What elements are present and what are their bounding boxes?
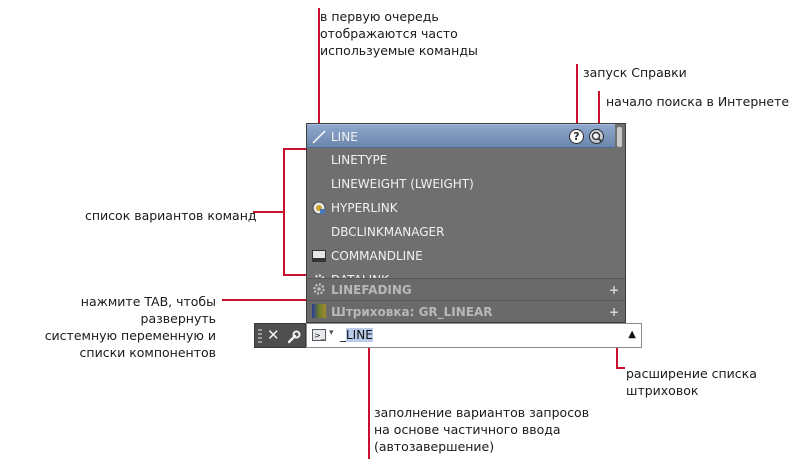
- suggestion-label: LINEWEIGHT (LWEIGHT): [331, 177, 474, 191]
- leader-hatch-horiz: [616, 367, 625, 369]
- suggestion-item-dbclinkmanager[interactable]: DBCLINKMANAGER: [307, 220, 615, 244]
- leader-autocomplete: [368, 347, 370, 459]
- hatch-swatch-icon: [312, 304, 326, 318]
- annotation-tab-expand: нажмите TAB, чтобы развернуть системную …: [44, 294, 216, 360]
- commandline-icon: [312, 250, 326, 262]
- expand-icon[interactable]: +: [609, 301, 619, 323]
- hyperlink-icon: [312, 201, 326, 215]
- annotation-internet-search: начало поиска в Интернете: [606, 94, 790, 109]
- suggestion-panel: LINE ? LINETYPE LINEWEIGHT (LWEIGHT) HYP…: [306, 123, 626, 323]
- suggestion-label: LINETYPE: [331, 153, 388, 167]
- suggestion-label: DBCLINKMANAGER: [331, 225, 445, 239]
- leader-variants-bottom: [283, 274, 306, 276]
- command-input[interactable]: >_ ▾ _LINE ▲: [306, 323, 642, 348]
- suggestion-label: LINE: [331, 130, 358, 144]
- section-label: LINEFADING: [331, 283, 412, 297]
- line-icon: [312, 130, 326, 144]
- drag-grip-handle[interactable]: [258, 329, 262, 343]
- annotation-hatch-expand: расширение списка штриховок: [626, 366, 757, 398]
- chevron-down-icon[interactable]: ▾: [329, 328, 334, 338]
- gear-icon: [313, 283, 325, 295]
- typed-autocomplete: LINE: [346, 328, 373, 342]
- suggestion-label: COMMANDLINE: [331, 249, 423, 263]
- section-hatch[interactable]: Штриховка: GR_LINEAR +: [307, 300, 625, 322]
- list-scrollbar[interactable]: [617, 127, 622, 147]
- section-linefading[interactable]: LINEFADING +: [307, 278, 625, 300]
- suggestion-list: LINE ? LINETYPE LINEWEIGHT (LWEIGHT) HYP…: [307, 124, 625, 279]
- wrench-icon[interactable]: [287, 327, 301, 350]
- suggestion-item-line[interactable]: LINE ?: [307, 124, 615, 148]
- suggestion-item-commandline[interactable]: COMMANDLINE: [307, 244, 615, 268]
- annotation-autocomplete: заполнение вариантов запросов на основе …: [374, 405, 590, 454]
- leader-tab: [222, 299, 308, 301]
- prompt-icon[interactable]: >_: [312, 329, 326, 341]
- leader-help: [576, 64, 578, 128]
- annotation-frequent-commands: в первую очередь отображаются часто испо…: [320, 9, 478, 58]
- commandline-toolbar: ✕: [254, 323, 306, 348]
- leader-variants-top: [283, 148, 306, 150]
- suggestion-item-linetype[interactable]: LINETYPE: [307, 148, 615, 172]
- close-icon[interactable]: ✕: [267, 326, 280, 345]
- help-icon[interactable]: ?: [569, 129, 584, 144]
- annotation-help: запуск Справки: [583, 65, 687, 80]
- section-label: Штриховка: GR_LINEAR: [331, 305, 493, 319]
- command-typed-text: _LINE: [340, 328, 373, 342]
- internet-search-icon[interactable]: [589, 129, 604, 144]
- suggestion-item-lineweight[interactable]: LINEWEIGHT (LWEIGHT): [307, 172, 615, 196]
- leader-frequent: [318, 8, 320, 124]
- expand-icon[interactable]: +: [609, 279, 619, 301]
- suggestion-item-hyperlink[interactable]: HYPERLINK: [307, 196, 615, 220]
- annotation-command-variants: список вариантов команд: [85, 208, 257, 223]
- suggestion-label: HYPERLINK: [331, 201, 398, 215]
- leader-variants-mid: [253, 211, 284, 213]
- expand-up-icon[interactable]: ▲: [628, 329, 636, 340]
